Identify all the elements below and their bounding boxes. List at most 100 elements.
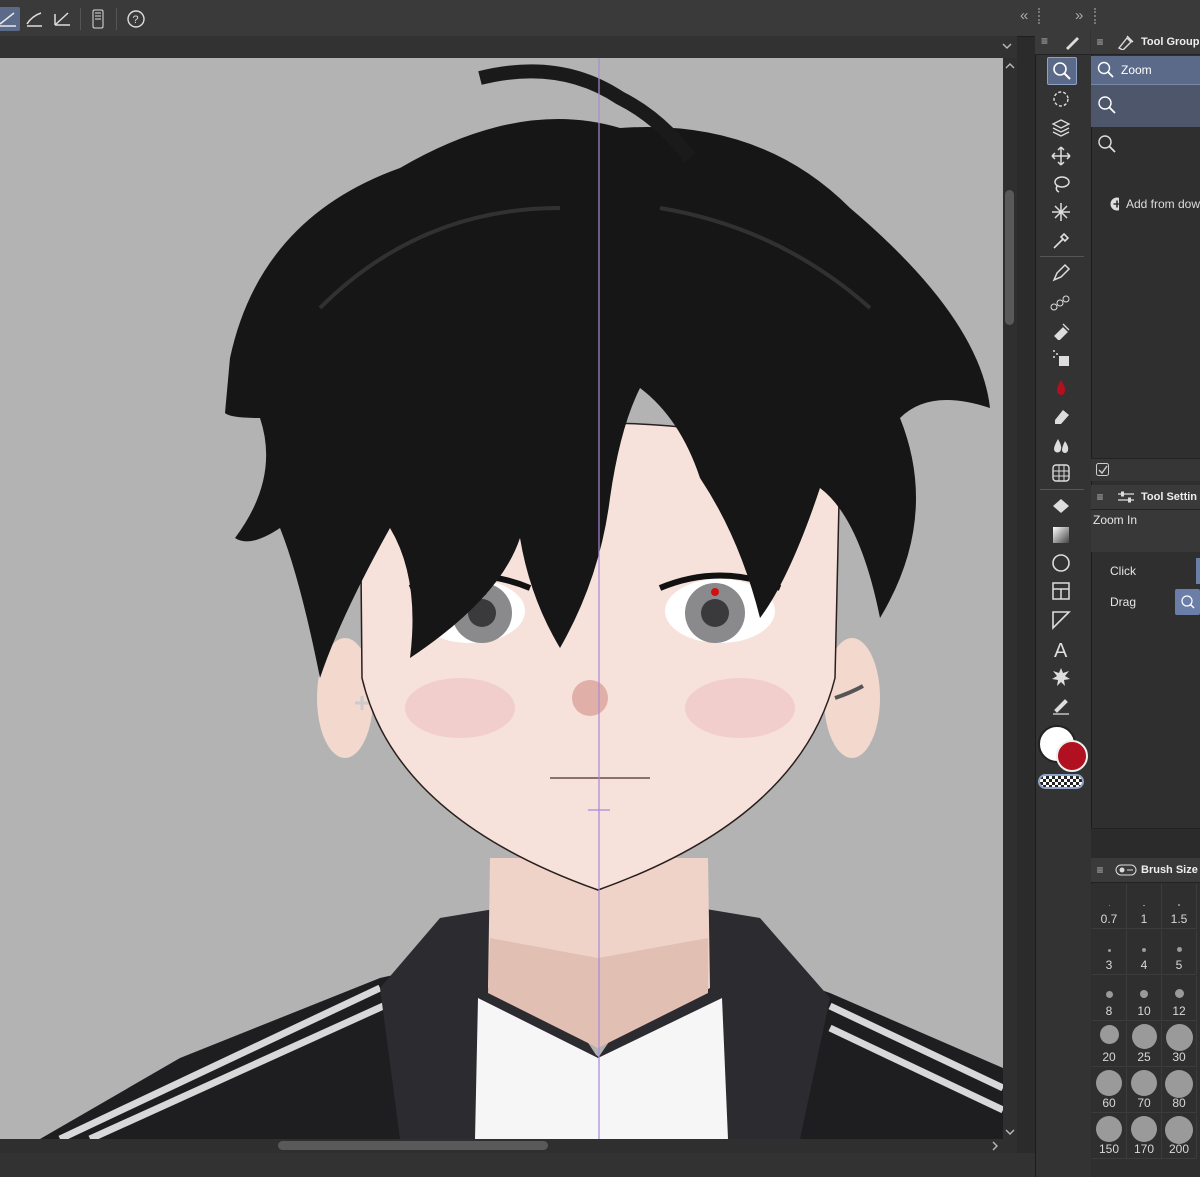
tool-gradient[interactable] <box>1047 522 1075 548</box>
tool-move[interactable] <box>1047 143 1075 169</box>
checkbox-icon[interactable] <box>1095 462 1111 478</box>
figure-icon <box>1052 554 1070 572</box>
tool-grid[interactable] <box>1047 460 1075 486</box>
tool-correct-line[interactable] <box>1047 693 1075 719</box>
tool-settings-title: Tool Settin <box>1141 491 1198 503</box>
add-sub-tool-button[interactable]: Add from dow <box>1091 194 1200 214</box>
panel-menu-icon[interactable]: ≡ <box>1091 490 1109 504</box>
vertical-scroll-thumb[interactable] <box>1005 190 1014 325</box>
brush-size-option[interactable]: 0.7 <box>1092 884 1127 929</box>
brush-size-preview <box>1140 990 1148 998</box>
brush-size-option[interactable]: 1.5 <box>1162 884 1197 929</box>
brush-size-option[interactable]: 12 <box>1162 976 1197 1021</box>
tool-layer-select[interactable] <box>1047 115 1075 141</box>
brush-size-value: 70 <box>1137 1096 1151 1110</box>
tool-rotate[interactable] <box>1047 86 1075 112</box>
lasso-icon <box>1054 176 1070 193</box>
tool-pen[interactable] <box>1047 260 1075 286</box>
tool-text[interactable]: A <box>1047 636 1075 662</box>
ruler-mode-button[interactable] <box>50 7 74 31</box>
tool-eraser[interactable] <box>1047 403 1075 429</box>
brush-size-preview <box>1096 1116 1122 1142</box>
device-button[interactable] <box>86 7 110 31</box>
horizontal-scroll-thumb[interactable] <box>278 1141 548 1150</box>
brush-size-option[interactable]: 4 <box>1127 930 1162 975</box>
brush-size-value: 12 <box>1172 1004 1186 1018</box>
sliders-icon <box>1118 491 1134 503</box>
tool-figure[interactable] <box>1047 550 1075 576</box>
brush-size-title: Brush Size <box>1141 864 1198 876</box>
brush-size-option[interactable]: 5 <box>1162 930 1197 975</box>
tool-balloon[interactable] <box>1047 664 1075 690</box>
pen-line-icon <box>0 12 16 27</box>
zoom-icon <box>1098 135 1116 153</box>
tool-fill[interactable] <box>1047 493 1075 519</box>
top-toolbar: ? « » <box>0 0 1200 37</box>
blend-drop-icon <box>1056 380 1066 395</box>
brush-size-preview <box>1143 904 1145 906</box>
brush-size-value: 1 <box>1140 912 1148 926</box>
grip-handle[interactable] <box>1038 8 1042 24</box>
brush-size-option[interactable]: 80 <box>1162 1068 1197 1113</box>
brush-size-option[interactable]: 200 <box>1162 1114 1197 1159</box>
brush-size-option[interactable]: 3 <box>1092 930 1127 975</box>
brush-size-preview <box>1165 1024 1193 1051</box>
tool-ruler[interactable] <box>1047 607 1075 633</box>
tool-frame[interactable] <box>1047 578 1075 604</box>
transparent-color-swatch[interactable] <box>1038 774 1084 789</box>
chevron-down-icon[interactable] <box>1002 42 1012 50</box>
tool-blend[interactable] <box>1047 432 1075 458</box>
brush-size-option[interactable]: 25 <box>1127 1022 1162 1067</box>
color-indicator[interactable] <box>1036 723 1088 772</box>
brush-size-preview <box>1178 904 1180 906</box>
brush-size-option[interactable]: 150 <box>1092 1114 1127 1159</box>
tool-decoration[interactable] <box>1047 289 1075 315</box>
brush-mode-button[interactable] <box>22 7 46 31</box>
tool-airbrush[interactable] <box>1047 317 1075 343</box>
auto-select-icon <box>1052 203 1070 221</box>
canvas[interactable] <box>0 58 1003 1139</box>
click-mode-toggle[interactable] <box>1196 558 1200 584</box>
brush-size-option[interactable]: 70 <box>1127 1068 1162 1113</box>
tool-blend-drop[interactable] <box>1047 374 1075 400</box>
sub-tool-item-zoom-in[interactable] <box>1091 84 1200 127</box>
panel-menu-icon[interactable]: ≡ <box>1091 35 1109 49</box>
collapse-left-icon[interactable]: « <box>1020 7 1028 24</box>
sub-color-swatch[interactable] <box>1056 740 1088 772</box>
brush-size-preview <box>1165 1070 1193 1098</box>
grip-handle[interactable] <box>1094 8 1098 24</box>
brush-size-option[interactable]: 30 <box>1162 1022 1197 1067</box>
tool-eyedropper[interactable] <box>1047 228 1075 254</box>
brush-size-option[interactable]: 170 <box>1127 1114 1162 1159</box>
tool-spray[interactable] <box>1047 345 1075 371</box>
tool-zoom[interactable] <box>1047 57 1077 85</box>
tool-lasso[interactable] <box>1047 171 1075 197</box>
help-button[interactable]: ? <box>124 7 148 31</box>
eraser-icon <box>1055 410 1069 424</box>
brush-size-option[interactable]: 10 <box>1127 976 1162 1021</box>
drag-mode-toggle[interactable] <box>1175 589 1200 615</box>
panel-menu-icon[interactable]: ≡ <box>1041 34 1048 48</box>
correct-line-icon <box>1053 699 1069 715</box>
balloon-icon <box>1052 668 1070 686</box>
brush-size-option[interactable]: 8 <box>1092 976 1127 1021</box>
brush-size-grid: 0.7 1 1.5 3 4 5 8 10 12 20 25 30 60 70 80 150 170 200 <box>1091 884 1200 1177</box>
tool-group-item-zoom[interactable]: Zoom <box>1091 56 1200 84</box>
layer-select-icon <box>1051 119 1071 137</box>
collapse-right-icon[interactable]: » <box>1075 7 1083 24</box>
scroll-down-icon[interactable] <box>1005 1128 1015 1136</box>
draw-mode-button[interactable] <box>0 7 20 31</box>
scroll-up-icon[interactable] <box>1005 62 1015 70</box>
sub-tool-item-zoom-out[interactable] <box>1091 126 1200 166</box>
brush-size-option[interactable]: 20 <box>1092 1022 1127 1067</box>
tool-group-icon <box>1117 35 1134 50</box>
brush-decoration-icon <box>1050 295 1070 311</box>
brush-size-option[interactable]: 1 <box>1127 884 1162 929</box>
tool-palette-header: ≡ <box>1035 30 1090 55</box>
brush-size-option[interactable]: 60 <box>1092 1068 1127 1113</box>
svg-text:?: ? <box>133 14 139 26</box>
scroll-right-icon[interactable] <box>991 1141 999 1151</box>
panel-menu-icon[interactable]: ≡ <box>1091 863 1109 877</box>
brush-stroke-icon <box>26 12 42 27</box>
tool-auto-select[interactable] <box>1047 199 1075 225</box>
